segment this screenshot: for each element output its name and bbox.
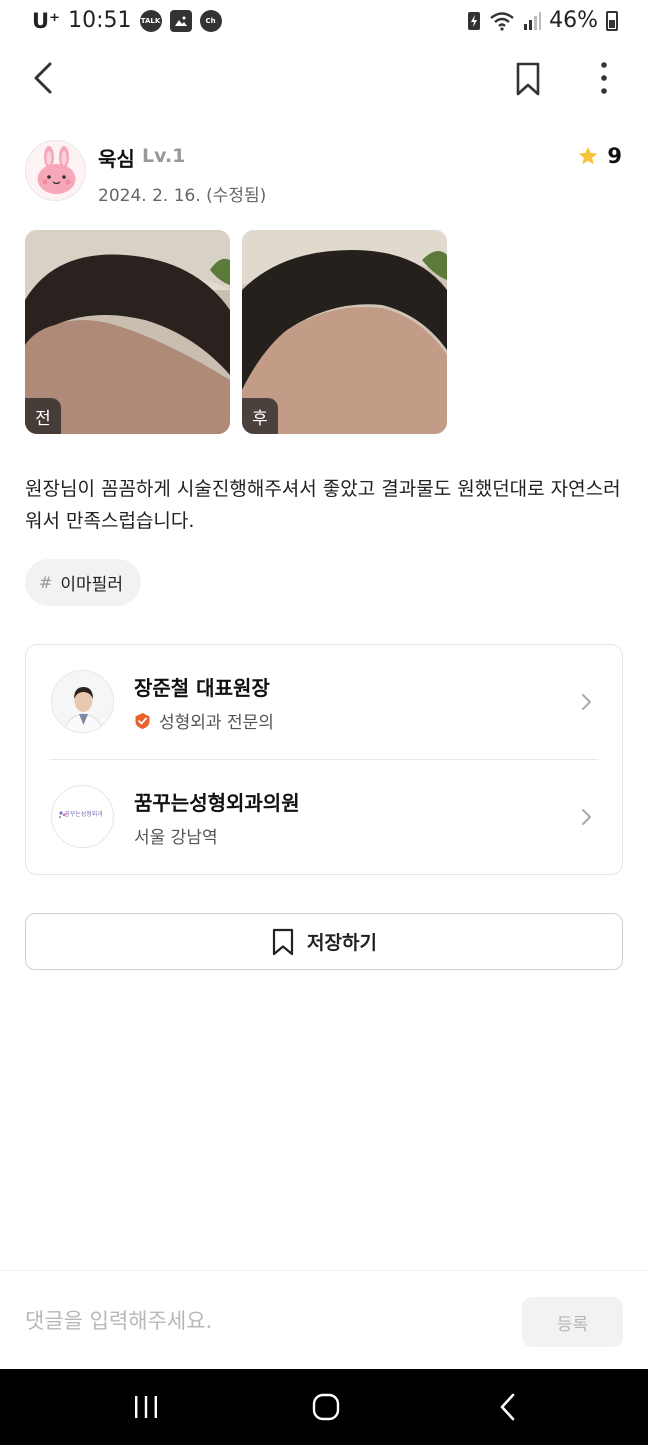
gallery-icon [169, 9, 192, 32]
hospital-logo-text: 꿈꾸는성형외과 [64, 811, 103, 818]
battery-icon [606, 10, 618, 31]
doctor-row[interactable]: 장준철 대표원장 성형외과 전문의 [26, 645, 622, 760]
hospital-location: 서울 강남역 [134, 828, 218, 848]
save-button-label: 저장하기 [307, 932, 377, 954]
doctor-specialty: 성형외과 전문의 [159, 713, 274, 733]
hospital-row[interactable]: 꿈꾸는성형외과 꿈꾸는성형외과의원 서울 강남역 [26, 760, 622, 875]
recents-button[interactable] [116, 1387, 176, 1427]
system-nav-bar [0, 1369, 648, 1445]
bookmark-button[interactable] [504, 56, 552, 100]
clock: 10:51 [68, 8, 132, 33]
status-right: 46% [467, 8, 618, 33]
channel-icon: Ch [199, 9, 222, 32]
star-icon [579, 146, 598, 165]
chevron-right-icon [582, 694, 591, 710]
more-vertical-icon [601, 62, 607, 94]
doctor-avatar [51, 670, 114, 733]
status-bar: U⁺ 10:51 TALK Ch 46% [0, 0, 648, 44]
more-options-button[interactable] [580, 56, 628, 100]
before-photo[interactable]: 전 [25, 230, 230, 434]
hash-icon: # [39, 573, 53, 592]
chevron-left-icon [34, 62, 52, 94]
hashtag-chip[interactable]: # 이마필러 [25, 559, 141, 606]
battery-percent: 46% [549, 8, 598, 33]
after-tag: 후 [242, 398, 278, 434]
submit-comment-button[interactable]: 등록 [522, 1297, 623, 1347]
doctor-name: 장준철 대표원장 [134, 676, 270, 700]
rating: 9 [577, 144, 622, 168]
hospital-logo: 꿈꾸는성형외과 [51, 785, 114, 848]
comment-bar: 등록 [0, 1270, 648, 1369]
author-avatar[interactable] [25, 140, 86, 201]
verified-badge-icon [135, 712, 150, 729]
after-photo[interactable]: 후 [242, 230, 447, 434]
chevron-right-icon [582, 809, 591, 825]
rabbit-avatar-icon [37, 146, 76, 194]
status-left: U⁺ 10:51 TALK Ch [32, 8, 222, 33]
info-card: 장준철 대표원장 성형외과 전문의 꿈꾸는성형외과 꿈꾸는성형외과의원 서울 강… [25, 644, 623, 875]
hospital-name: 꿈꾸는성형외과의원 [134, 791, 300, 815]
bookmark-icon [272, 928, 294, 955]
comment-input[interactable] [25, 1301, 495, 1341]
top-bar [0, 48, 648, 108]
doctor-photo-image [52, 671, 113, 732]
back-arrow-icon [500, 1393, 515, 1421]
save-button[interactable]: 저장하기 [25, 913, 623, 970]
rating-value: 9 [607, 144, 622, 168]
carrier-label: U⁺ [32, 8, 61, 33]
review-text: 원장님이 꼼꼼하게 시술진행해주셔서 좋았고 결과물도 원했던대로 자연스러워서… [25, 478, 621, 532]
review-date: 2024. 2. 16. (수정됨) [98, 186, 267, 206]
wifi-icon [490, 11, 514, 31]
hashtag-label: 이마필러 [60, 575, 123, 595]
home-icon [312, 1393, 340, 1421]
system-back-button[interactable] [478, 1387, 538, 1427]
bookmark-icon [516, 62, 540, 96]
home-button[interactable] [296, 1387, 356, 1427]
author-name[interactable]: 욱심 [98, 143, 135, 172]
data-saver-icon [468, 11, 481, 30]
talk-icon: TALK [139, 9, 162, 32]
doctor-specialty-line: 성형외과 전문의 [134, 708, 274, 733]
before-tag: 전 [25, 398, 61, 434]
back-button[interactable] [22, 56, 66, 100]
author-level: Lv.1 [142, 145, 186, 167]
hospital-location-line: 서울 강남역 [134, 823, 218, 848]
recents-icon [135, 1396, 157, 1418]
signal-icon [524, 11, 542, 30]
